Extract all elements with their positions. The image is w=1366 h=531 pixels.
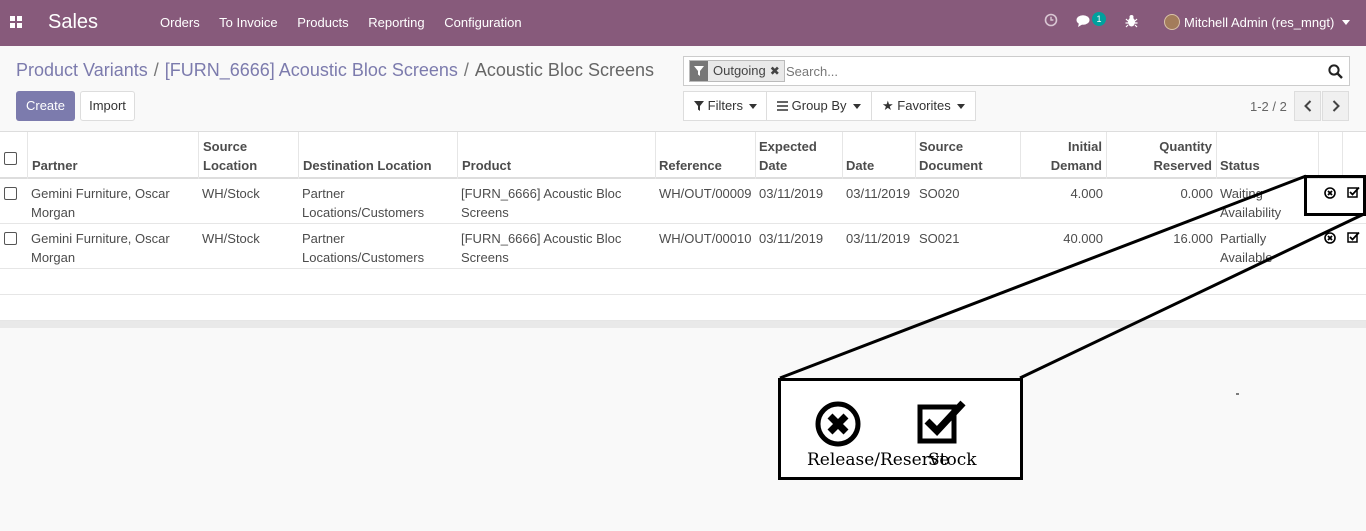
callout-lines xyxy=(779,174,1365,395)
release-reserve-icon xyxy=(815,401,861,447)
check-stock-icon xyxy=(917,400,966,444)
callout-highlight-box xyxy=(1304,175,1366,216)
legend-stock-label: Stock xyxy=(928,450,977,470)
